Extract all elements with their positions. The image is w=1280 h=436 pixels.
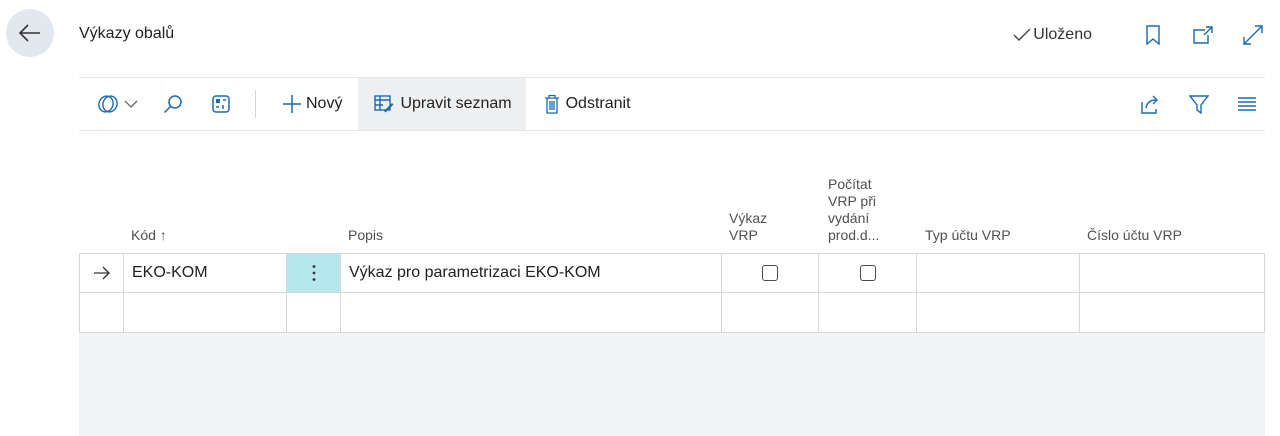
column-header-pocitat-vrp[interactable]: Počítat VRP při vydání prod.d... <box>828 131 898 252</box>
new-button[interactable]: Nový <box>270 78 358 130</box>
cell-popis[interactable]: Výkaz pro parametrizaci EKO-KOM <box>341 254 722 292</box>
table-row[interactable] <box>79 293 1265 333</box>
table-row[interactable]: EKO-KOM Výkaz pro parametrizaci EKO-KOM <box>79 253 1265 293</box>
search-button[interactable] <box>145 78 197 130</box>
column-header-label: Číslo účtu VRP <box>1087 227 1182 243</box>
column-header-label: Popis <box>348 227 384 243</box>
vykaz-vrp-checkbox[interactable] <box>762 265 778 281</box>
column-header-label: Typ účtu VRP <box>925 227 1011 243</box>
cell-pocitat-vrp[interactable] <box>819 254 917 292</box>
copilot-menu-button[interactable] <box>79 78 145 130</box>
grid-empty-area <box>79 333 1265 436</box>
saved-status: Uloženo <box>1013 26 1092 44</box>
layout-icon <box>212 95 230 113</box>
show-as-tiles-button[interactable] <box>197 78 241 130</box>
cell-kod[interactable] <box>124 293 287 332</box>
edit-list-icon <box>374 95 394 113</box>
list-icon <box>1238 97 1256 111</box>
row-indicator <box>79 293 124 332</box>
cell-pocitat-vrp[interactable] <box>819 293 917 332</box>
delete-button-label: Odstranit <box>565 95 631 112</box>
filter-button[interactable] <box>1185 90 1213 118</box>
row-actions-cell <box>287 293 341 332</box>
row-actions-button[interactable] <box>287 254 341 292</box>
delete-button[interactable]: Odstranit <box>526 78 647 130</box>
column-header-vykaz-vrp[interactable]: Výkaz VRP <box>729 131 789 252</box>
plus-icon <box>283 95 301 113</box>
search-icon <box>163 95 182 114</box>
action-bar: Nový Upravit seznam Odstranit <box>79 77 1265 131</box>
chevron-down-icon <box>124 100 138 108</box>
copilot-icon <box>98 95 118 113</box>
open-new-window-button[interactable] <box>1190 22 1216 48</box>
cell-vykaz-vrp[interactable] <box>722 293 819 332</box>
back-button[interactable] <box>6 9 54 57</box>
list-view-button[interactable] <box>1233 90 1261 118</box>
column-header-label: Výkaz VRP <box>729 210 768 243</box>
open-new-window-icon <box>1193 26 1213 44</box>
cell-vykaz-vrp[interactable] <box>722 254 819 292</box>
column-header-cislo-uctu[interactable]: Číslo účtu VRP <box>1087 131 1257 252</box>
checkmark-icon <box>1013 28 1031 41</box>
more-vertical-icon <box>312 265 315 281</box>
edit-list-label: Upravit seznam <box>400 95 512 112</box>
share-icon <box>1141 95 1158 114</box>
expand-button[interactable] <box>1240 22 1266 48</box>
bookmark-icon <box>1146 25 1160 45</box>
pocitat-vrp-checkbox[interactable] <box>859 265 876 281</box>
bookmark-button[interactable] <box>1140 22 1166 48</box>
column-header-typ-uctu[interactable]: Typ účtu VRP <box>925 131 1075 252</box>
page-header-actions: Uloženo <box>1013 20 1280 50</box>
saved-status-label: Uloženo <box>1033 26 1092 43</box>
cell-popis[interactable] <box>341 293 722 332</box>
cell-typ-uctu[interactable] <box>917 293 1080 332</box>
toolbar-divider <box>255 90 256 118</box>
filter-icon <box>1189 95 1209 114</box>
cell-cislo-uctu[interactable] <box>1080 293 1265 332</box>
column-header-label: Počítat VRP při vydání prod.d... <box>828 176 880 243</box>
share-button[interactable] <box>1137 90 1165 118</box>
cell-cislo-uctu[interactable] <box>1080 254 1265 292</box>
edit-list-button[interactable]: Upravit seznam <box>358 78 526 130</box>
row-indicator <box>79 254 124 292</box>
new-button-label: Nový <box>306 95 343 112</box>
page: Výkazy obalů Uloženo Nový Upravit seznam… <box>0 0 1280 436</box>
toolbar-right <box>1125 78 1265 130</box>
expand-icon <box>1243 25 1263 45</box>
arrow-right-icon <box>93 266 110 280</box>
cell-typ-uctu[interactable] <box>917 254 1080 292</box>
column-header-kod[interactable]: Kód ↑ <box>131 131 281 252</box>
column-header-label: Kód ↑ <box>131 227 167 243</box>
trash-icon <box>544 94 559 114</box>
column-header-popis[interactable]: Popis <box>348 131 718 252</box>
cell-kod[interactable]: EKO-KOM <box>124 254 287 292</box>
arrow-left-icon <box>19 24 40 42</box>
list-grid: Kód ↑ Popis Výkaz VRP Počítat VRP při vy… <box>79 131 1265 436</box>
page-title: Výkazy obalů <box>79 25 175 42</box>
